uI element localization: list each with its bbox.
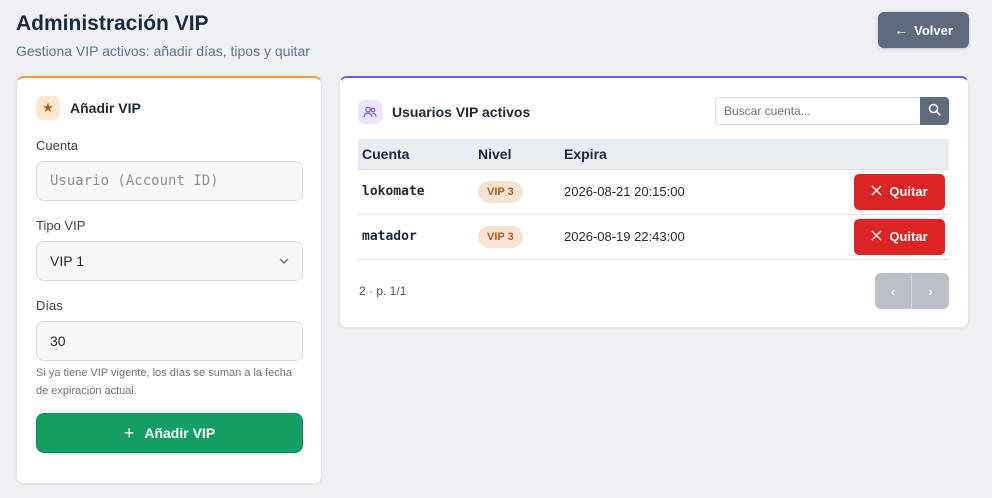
level-cell: VIP 3	[474, 169, 560, 215]
days-hint: Si ya tiene VIP vigente, los días se sum…	[36, 367, 293, 397]
vip-level-badge: VIP 3	[478, 180, 523, 203]
close-icon	[871, 228, 882, 245]
account-cell: lokomate	[358, 169, 474, 215]
account-label: Cuenta	[36, 138, 78, 153]
account-placeholder: Usuario (Account ID)	[50, 173, 219, 189]
table-row: lokomate VIP 3 2026-08-21 20:15:00 Quita…	[358, 169, 949, 215]
table-header-row: Cuenta Nivel Expira	[358, 139, 949, 170]
active-vip-card: Usuarios VIP activos Cuenta Nivel Expira	[339, 76, 969, 328]
column-header-account: Cuenta	[358, 139, 474, 170]
remove-vip-button[interactable]: Quitar	[854, 218, 945, 255]
column-header-actions	[779, 139, 949, 170]
remove-vip-button-label: Quitar	[889, 184, 928, 199]
add-vip-button[interactable]: + Añadir VIP	[36, 413, 303, 453]
next-page-button[interactable]: ›	[912, 273, 949, 309]
page-title: Administración VIP	[16, 12, 209, 35]
search-bar	[715, 97, 950, 125]
days-label: Días	[36, 298, 63, 313]
remove-vip-button[interactable]: Quitar	[854, 173, 945, 210]
prev-page-button[interactable]: ‹	[875, 273, 912, 309]
arrow-left-icon: ←	[894, 22, 909, 38]
account-input[interactable]: Usuario (Account ID)	[36, 161, 303, 201]
column-header-level: Nivel	[474, 139, 560, 170]
column-header-expires: Expira	[560, 139, 780, 170]
vip-table: Cuenta Nivel Expira lokomate VIP 3 2026-…	[358, 139, 949, 260]
chevron-down-icon	[279, 256, 289, 267]
expires-cell: 2026-08-19 22:43:00	[560, 214, 780, 260]
search-icon	[928, 103, 941, 119]
search-button[interactable]	[920, 97, 949, 125]
add-vip-button-label: Añadir VIP	[144, 425, 216, 441]
search-input[interactable]	[715, 97, 920, 125]
days-input[interactable]: 30	[36, 321, 303, 361]
pager-info: 2 · p. 1/1	[359, 284, 407, 298]
days-value: 30	[50, 333, 66, 349]
plus-icon: +	[123, 422, 135, 443]
add-vip-card: ★ Añadir VIP Cuenta Usuario (Account ID)…	[16, 76, 322, 484]
page-subtitle: Gestiona VIP activos: añadir días, tipos…	[16, 43, 310, 59]
remove-vip-button-label: Quitar	[889, 229, 928, 244]
star-icon: ★	[36, 96, 60, 120]
level-cell: VIP 3	[474, 214, 560, 260]
active-vip-header: Usuarios VIP activos	[358, 100, 530, 124]
back-button[interactable]: ← Volver	[878, 12, 969, 48]
users-icon	[358, 100, 382, 124]
vip-type-label: Tipo VIP	[36, 218, 86, 233]
add-vip-header: ★ Añadir VIP	[36, 96, 141, 120]
add-vip-title: Añadir VIP	[70, 100, 141, 116]
back-button-label: Volver	[914, 22, 953, 38]
pager: ‹ ›	[875, 273, 949, 309]
account-cell: matador	[358, 214, 474, 260]
table-row: matador VIP 3 2026-08-19 22:43:00 Quitar	[358, 214, 949, 260]
action-cell: Quitar	[779, 214, 949, 260]
action-cell: Quitar	[779, 169, 949, 215]
vip-level-badge: VIP 3	[478, 225, 523, 248]
active-vip-title: Usuarios VIP activos	[392, 104, 531, 120]
vip-type-select[interactable]: VIP 1	[36, 241, 303, 281]
vip-type-value: VIP 1	[50, 253, 84, 269]
close-icon	[871, 183, 882, 200]
expires-cell: 2026-08-21 20:15:00	[560, 169, 780, 215]
